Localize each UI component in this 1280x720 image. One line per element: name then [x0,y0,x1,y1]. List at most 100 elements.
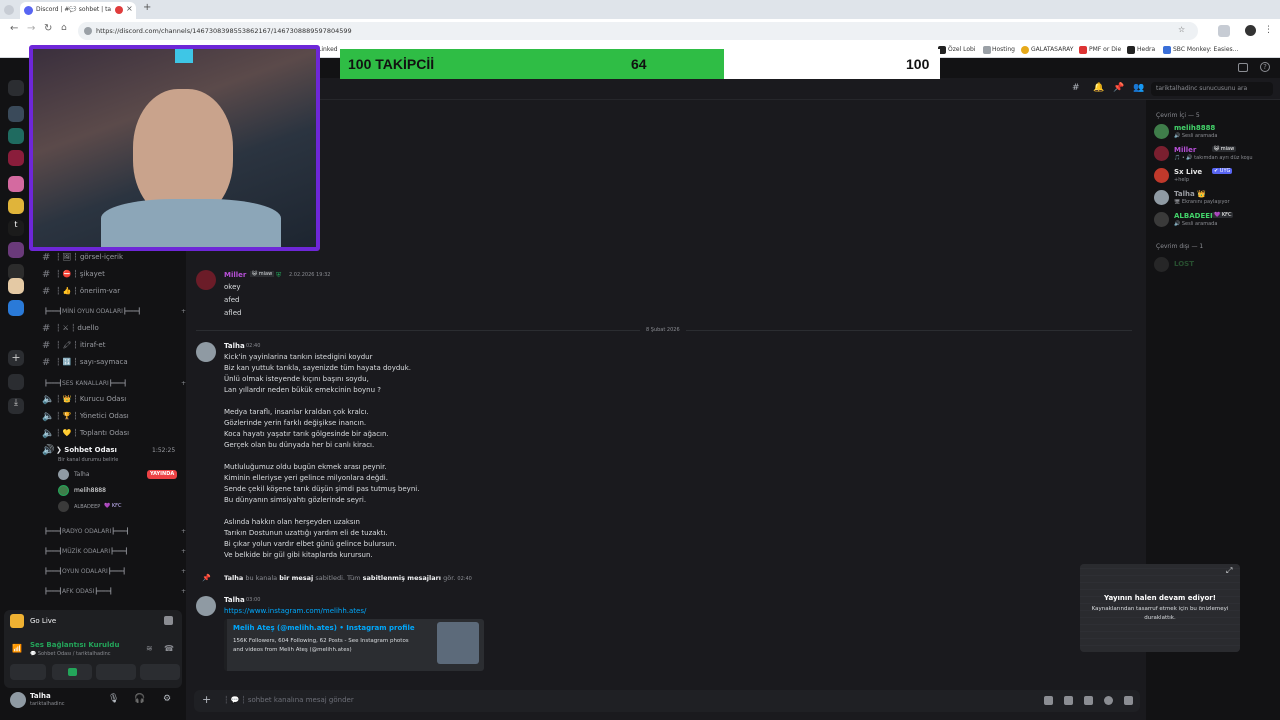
discord-home-icon[interactable] [8,80,24,96]
home-icon[interactable]: ⌂ [61,23,67,33]
bookmark-item[interactable]: Özel Lobi [948,46,976,53]
pin-author[interactable]: Talha [224,574,243,582]
server-icon[interactable] [8,242,24,258]
member-item[interactable]: Sx Live ✔ UYG +help [1154,166,1278,186]
browser-tab[interactable]: Discord | #💬 sohbet | ta × [20,2,136,19]
camera-button[interactable] [10,664,46,680]
voice-channel-toplanti[interactable]: 🔈 ┆ 💛 ┆ Toplantı Odası [42,426,184,440]
server-icon[interactable]: t [8,220,24,236]
category-radyo[interactable]: ┣━━━┫RADYO ODALARI┣━━━┫ + [44,528,186,540]
category-afk[interactable]: ┣━━━┫AFK ODASI┣━━━┫ + [44,588,186,600]
server-icon[interactable] [8,198,24,214]
member-item[interactable]: ALBADEEP 💜 KFC 🔊 Sesli aramada [1154,210,1278,230]
server-icon[interactable] [8,106,24,122]
avatar[interactable] [10,692,26,708]
help-icon[interactable]: ? [1260,62,1270,72]
url-bar[interactable]: https://discord.com/channels/14673083985… [78,22,1198,40]
voice-user[interactable]: Talha YAYINDA [58,468,184,481]
sticker-icon[interactable] [1084,696,1093,705]
pin-icon[interactable]: 📌 [1113,83,1124,93]
voice-status-hint[interactable]: Bir kanal durumu belirle [58,457,118,463]
user-name[interactable]: Talha [30,692,51,700]
gif-icon[interactable] [1064,696,1073,705]
members-icon[interactable]: 👥 [1133,83,1144,93]
bookmark-item[interactable]: Hedra [1137,46,1155,53]
popout-icon[interactable]: ⤢ [1226,566,1232,576]
message-link[interactable]: https://www.instagram.com/melihh.ates/ [224,607,366,615]
add-server-icon[interactable]: + [8,350,24,366]
noise-icon[interactable]: ≋ [146,644,153,653]
member-item[interactable]: melih8888 🔊 Sesli aramada [1154,122,1278,142]
stream-preview[interactable]: Yayının halen devam ediyor! Kaynaklarınd… [1080,564,1240,652]
embed-thumbnail[interactable] [437,622,479,664]
member-item[interactable]: LOST [1154,255,1278,275]
channel-gorsel-icerik[interactable]: # ┆ 🖼 ┆ görsel-içerik [42,250,184,264]
back-icon[interactable]: ← [10,23,18,34]
go-live-settings-icon[interactable] [164,616,173,625]
server-icon[interactable] [8,128,24,144]
close-tab-icon[interactable]: × [126,4,133,13]
category-muzik[interactable]: ┣━━━┫MÜZİK ODALARI┣━━━┫ + [44,548,186,560]
voice-channel-kurucu[interactable]: 🔈 ┆ 👑 ┆ Kurucu Odası [42,392,184,406]
gear-icon[interactable]: ⚙ [163,694,171,704]
gift-icon[interactable] [1044,696,1053,705]
avatar[interactable] [196,270,216,290]
discover-icon[interactable] [8,374,24,390]
pin-message-link[interactable]: bir mesaj [279,574,313,582]
channel-sikayet[interactable]: # ┆ ⛔ ┆ şikayet [42,267,184,281]
message-author[interactable]: Talha [224,596,245,604]
embed-title[interactable]: Melih Ateş (@melihh.ates) • Instagram pr… [233,624,415,632]
bookmark-item[interactable]: SBC Monkey: Easies... [1173,46,1238,53]
microphone-icon[interactable]: 🎙 [108,694,119,704]
new-tab-icon[interactable]: + [143,2,151,13]
connection-channel[interactable]: 💬 Sohbet Odası / tariktalhadinc [30,651,111,657]
category-mini-oyun[interactable]: ┣━━━┫MİNİ OYUN ODALARI┣━━━┫ + [44,308,186,320]
message-input[interactable]: + ┆ 💬 ┆ sohbet kanalına mesaj gönder [194,690,1140,712]
avatar[interactable] [196,596,216,616]
category-oyun[interactable]: ┣━━━┫OYUN ODALARI┣━━━┫ + [44,568,186,580]
bookmark-item[interactable]: Hosting [992,46,1015,53]
channel-itiraf-et[interactable]: # ┆ 🖍 ┆ itiraf-et [42,338,184,352]
member-item[interactable]: Talha 👑 🖥 Ekranını paylaşıyor [1154,188,1278,208]
voice-user[interactable]: ALBADEEP 💜 KFC [58,500,184,513]
pinned-messages-link[interactable]: sabitlenmiş mesajları [363,574,441,582]
screen-share-button[interactable] [52,664,92,680]
channel-oneriim-var[interactable]: # ┆ 👍 ┆ öneriim-var [42,284,184,298]
extensions-icon[interactable] [1218,25,1230,37]
forward-icon[interactable]: → [27,23,35,34]
profile-avatar[interactable] [1245,25,1256,36]
voice-user[interactable]: melih8888 [58,484,184,497]
bookmark-item[interactable]: GALATASARAY [1031,46,1073,53]
server-icon[interactable] [8,300,24,316]
connection-status[interactable]: Ses Bağlantısı Kuruldu [30,641,119,649]
disconnect-icon[interactable]: ☎ [164,644,174,653]
bell-icon[interactable]: 🔔 [1093,83,1104,93]
emoji-icon[interactable] [1104,696,1113,705]
site-info-icon[interactable] [84,27,92,35]
avatar[interactable] [196,342,216,362]
server-icon[interactable] [8,150,24,166]
star-icon[interactable]: ☆ [1178,25,1185,34]
attach-plus-icon[interactable]: + [202,693,211,706]
channel-sayi-saymaca[interactable]: # ┆ 🔢 ┆ sayı-saymaca [42,355,184,369]
voice-channel-yonetici[interactable]: 🔈 ┆ 🏆 ┆ Yönetici Odası [42,409,184,423]
apps-icon[interactable] [1124,696,1133,705]
soundboard-button[interactable] [140,664,180,680]
menu-icon[interactable]: ⋮ [1264,25,1273,35]
server-icon[interactable] [8,176,24,192]
message-author[interactable]: Talha [224,342,245,350]
reload-icon[interactable]: ↻ [44,23,52,34]
bookmark-item[interactable]: Linked [318,46,338,53]
activities-button[interactable] [96,664,136,680]
bookmark-item[interactable]: PMF or Die [1089,46,1121,53]
go-live-label[interactable]: Go Live [30,617,56,625]
category-ses-kanallari[interactable]: ┣━━━┫SES KANALLARI┣━━━┫ + [44,380,186,392]
channel-duello[interactable]: # ┆ ⚔ ┆ duello [42,321,184,335]
server-icon[interactable] [8,278,24,294]
threads-icon[interactable]: # [1072,83,1080,93]
message-author[interactable]: Miller [224,271,246,279]
member-item[interactable]: Miller 😺 miaw 🎵 • 🔊 takımdan ayrı düz koşu [1154,144,1278,164]
inbox-icon[interactable] [1238,63,1248,72]
tab-search-icon[interactable] [4,5,14,15]
headphones-icon[interactable]: 🎧 [134,694,145,704]
